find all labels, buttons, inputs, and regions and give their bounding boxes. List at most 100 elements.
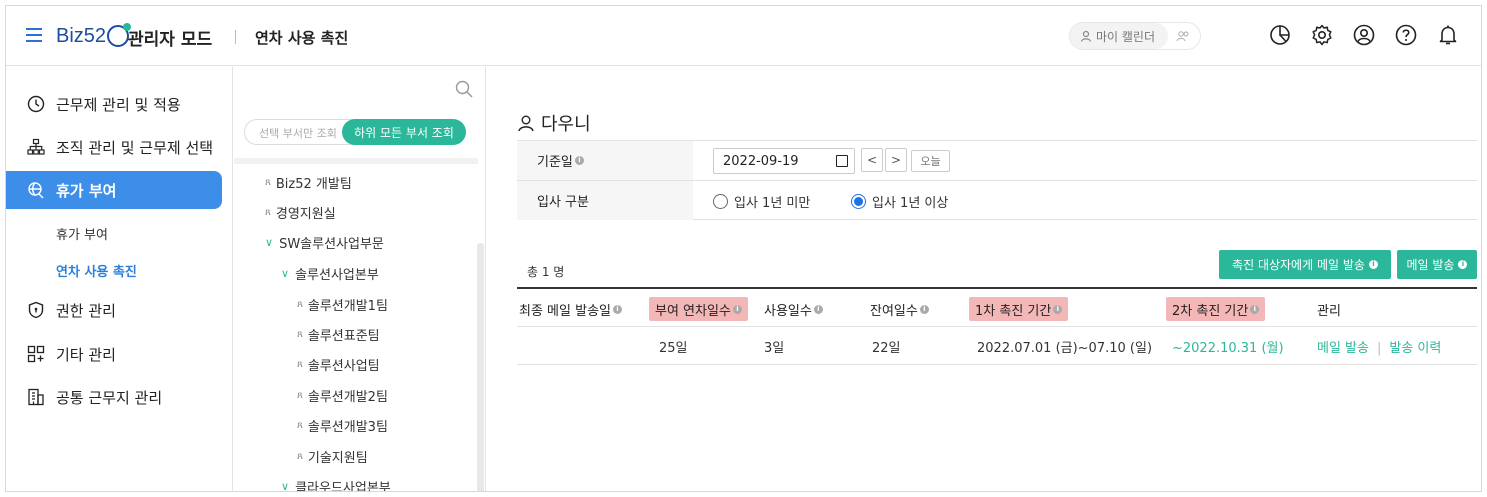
sidebar-item-label: 근무제 관리 및 적용 bbox=[56, 95, 181, 114]
toggle-selected-only[interactable]: 선택 부서만 조회 bbox=[259, 125, 337, 141]
sidebar-item-label: 기타 관리 bbox=[56, 345, 116, 364]
tree-item[interactable]: ጸ Biz52 개발팀 bbox=[265, 173, 352, 192]
tree-item-label: 솔루션표준팀 bbox=[307, 329, 380, 344]
info-icon[interactable]: i bbox=[1053, 304, 1063, 314]
info-icon[interactable]: i bbox=[574, 156, 584, 165]
radio-circle[interactable] bbox=[713, 194, 728, 209]
tree-item-label: 기술지원팀 bbox=[307, 451, 368, 466]
employee-heading: 다우니 bbox=[517, 110, 591, 136]
calendar-icon[interactable] bbox=[836, 155, 848, 167]
user-circle-icon[interactable] bbox=[1352, 23, 1376, 47]
tree-item-label: 경영지원실 bbox=[275, 207, 336, 222]
org-chart-icon bbox=[26, 137, 46, 157]
join-type-label: 입사 구분 bbox=[517, 181, 693, 220]
sidebar-nav: 근무제 관리 및 적용 조직 관리 및 근무제 선택 휴가 부여 휴가 부여 연… bbox=[6, 67, 233, 491]
tree-item[interactable]: ጸ 기술지원팀 bbox=[297, 447, 368, 466]
group-icon: ጸ bbox=[297, 420, 303, 431]
sidebar-item-misc[interactable]: 기타 관리 bbox=[6, 335, 222, 373]
grid-icon bbox=[26, 344, 46, 364]
gear-icon[interactable] bbox=[1310, 23, 1334, 47]
info-icon[interactable]: i bbox=[1250, 304, 1260, 314]
chevron-down-icon[interactable]: ∨ bbox=[265, 236, 273, 249]
tree-item-label: 솔루션사업팀 bbox=[307, 359, 380, 374]
my-calendar-button[interactable]: 마이 캘린더 bbox=[1070, 23, 1168, 49]
bell-icon[interactable] bbox=[1436, 23, 1460, 47]
chevron-down-icon[interactable]: ∨ bbox=[281, 480, 289, 491]
logo-text: Biz52 bbox=[56, 24, 107, 47]
sidebar-item-permissions[interactable]: 권한 관리 bbox=[6, 291, 222, 329]
filter-form: 기준일 i 2022-09-19 < > 오늘 입사 구분 입사 1년 미만 입… bbox=[517, 140, 1477, 220]
row-send-mail-link[interactable]: 메일 발송 bbox=[1317, 341, 1369, 356]
radio-over-1yr[interactable]: 입사 1년 이상 bbox=[851, 192, 948, 211]
tree-item[interactable]: ጸ 솔루션표준팀 bbox=[297, 325, 380, 344]
pie-chart-icon[interactable] bbox=[1268, 23, 1292, 47]
scope-toggle: 선택 부서만 조회 하위 모든 부서 조회 bbox=[244, 119, 466, 145]
tree-scrollbar[interactable] bbox=[477, 243, 484, 491]
table-header: 최종 메일 발송일 i 부여 연차일수 i 사용일수 i 잔여일수 i 1차 촉진 기간… bbox=[517, 287, 1477, 327]
group-icon[interactable] bbox=[1176, 30, 1190, 42]
cell-period-2: ~2022.10.31 (월) bbox=[1172, 341, 1284, 356]
base-date-input[interactable]: 2022-09-19 bbox=[713, 148, 855, 174]
tree-item-label: 솔루션개발3팀 bbox=[307, 420, 388, 435]
tree-item[interactable]: ∨ SW솔루션사업부문 bbox=[265, 233, 384, 252]
col-remaining-days: 잔여일수 i bbox=[870, 297, 929, 321]
col-manage: 관리 bbox=[1317, 297, 1341, 321]
tree-item[interactable]: ጸ 솔루션개발2팀 bbox=[297, 386, 388, 405]
sidebar-item-org[interactable]: 조직 관리 및 근무제 선택 bbox=[6, 128, 222, 166]
group-icon: ጸ bbox=[297, 329, 303, 340]
cell-period-1: 2022.07.01 (금)~07.10 (일) bbox=[977, 341, 1153, 356]
send-mail-button[interactable]: 메일 발송 i bbox=[1397, 250, 1477, 279]
menu-icon[interactable] bbox=[26, 28, 42, 42]
col-used-days: 사용일수 i bbox=[764, 297, 823, 321]
info-icon[interactable]: i bbox=[919, 304, 929, 314]
header-label: 부여 연차일수 bbox=[655, 303, 731, 319]
tree-item-label: 솔루션개발1팀 bbox=[307, 299, 388, 314]
sidebar-item-work-system[interactable]: 근무제 관리 및 적용 bbox=[6, 85, 222, 123]
col-last-mail: 최종 메일 발송일 i bbox=[519, 297, 622, 321]
sidebar-item-vacation[interactable]: 휴가 부여 bbox=[6, 171, 222, 209]
sidebar-subitem-annual-leave-promotion[interactable]: 연차 사용 촉진 bbox=[56, 261, 137, 280]
logo[interactable]: Biz52 bbox=[56, 20, 132, 52]
help-icon[interactable] bbox=[1394, 23, 1418, 47]
info-icon: i bbox=[1368, 260, 1378, 269]
tree-item[interactable]: ጸ 솔루션개발3팀 bbox=[297, 416, 388, 435]
sidebar-item-common-workplace[interactable]: 공통 근무지 관리 bbox=[6, 378, 222, 416]
info-icon[interactable]: i bbox=[813, 304, 823, 314]
promotion-table: 최종 메일 발송일 i 부여 연차일수 i 사용일수 i 잔여일수 i 1차 촉진 기간… bbox=[517, 287, 1477, 365]
prev-date-button[interactable]: < bbox=[861, 148, 883, 172]
divider bbox=[234, 158, 478, 164]
department-tree-panel: 선택 부서만 조회 하위 모든 부서 조회 ጸ Biz52 개발팀 ጸ 경영지원실 … bbox=[234, 67, 486, 491]
base-date-row: 기준일 i 2022-09-19 < > 오늘 bbox=[517, 140, 1477, 180]
cell-used: 3일 bbox=[764, 341, 785, 356]
tree-item[interactable]: ጸ 경영지원실 bbox=[265, 203, 336, 222]
group-icon: ጸ bbox=[297, 299, 303, 310]
tree-item-label: Biz52 개발팀 bbox=[275, 177, 352, 192]
tree-item-label: 솔루션개발2팀 bbox=[307, 390, 388, 405]
header-label: 사용일수 bbox=[764, 303, 812, 319]
table-row: 25일 3일 22일 2022.07.01 (금)~07.10 (일) ~202… bbox=[517, 327, 1477, 365]
toggle-all-subdepts[interactable]: 하위 모든 부서 조회 bbox=[342, 119, 466, 145]
send-to-targets-button[interactable]: 촉진 대상자에게 메일 발송 i bbox=[1219, 250, 1391, 279]
info-icon[interactable]: i bbox=[732, 304, 742, 314]
radio-under-1yr[interactable]: 입사 1년 미만 bbox=[713, 192, 810, 211]
tree-item[interactable]: ∨ 클라우드사업본부 bbox=[281, 477, 391, 491]
tree-item[interactable]: ጸ 솔루션개발1팀 bbox=[297, 295, 388, 314]
next-date-button[interactable]: > bbox=[885, 148, 907, 172]
cell-actions: 메일 발송 | 발송 이력 bbox=[1317, 337, 1441, 356]
info-icon[interactable]: i bbox=[613, 304, 622, 314]
sidebar-subitem-vacation-grant[interactable]: 휴가 부여 bbox=[56, 224, 108, 243]
my-calendar-toggle: 마이 캘린더 bbox=[1069, 22, 1201, 50]
row-history-link[interactable]: 발송 이력 bbox=[1389, 341, 1441, 356]
cell-remaining: 22일 bbox=[872, 341, 901, 356]
top-header: Biz52 관리자 모드 연차 사용 촉진 마이 캘린더 bbox=[6, 6, 1481, 66]
base-date-label-text: 기준일 bbox=[537, 155, 573, 170]
today-button[interactable]: 오늘 bbox=[911, 150, 950, 172]
chevron-down-icon[interactable]: ∨ bbox=[281, 267, 289, 280]
header-divider bbox=[235, 30, 236, 44]
tree-item[interactable]: ጸ 솔루션사업팀 bbox=[297, 355, 380, 374]
search-icon[interactable] bbox=[455, 80, 473, 98]
join-type-row: 입사 구분 입사 1년 미만 입사 1년 이상 bbox=[517, 180, 1477, 220]
tree-item[interactable]: ∨ 솔루션사업본부 bbox=[281, 264, 379, 283]
radio-circle[interactable] bbox=[851, 194, 866, 209]
header-label: 잔여일수 bbox=[870, 303, 918, 319]
